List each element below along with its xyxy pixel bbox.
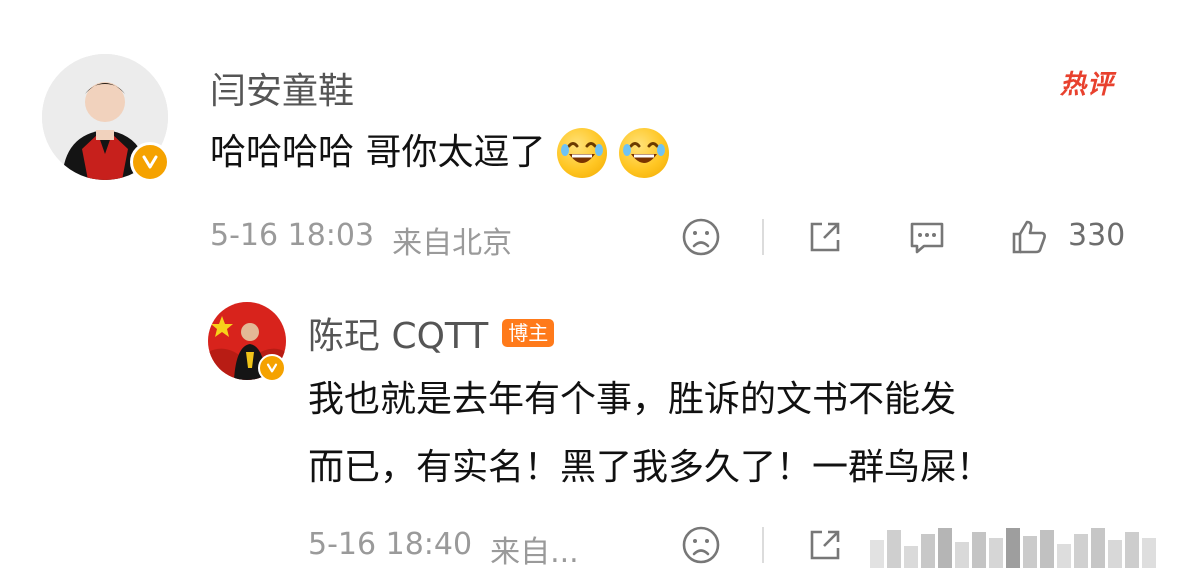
comment-username[interactable]: 闫安童鞋 <box>210 62 354 114</box>
reply-location: 来自... <box>490 535 579 570</box>
sad-face-icon <box>682 218 720 256</box>
share-icon <box>810 222 840 252</box>
share-icon <box>810 530 840 560</box>
reply-text-line-2: 而已，有实名！黑了我多久了！一群鸟屎！ <box>308 447 993 488</box>
comment-bubble-icon <box>910 222 944 254</box>
reply-verified-badge-icon <box>258 354 286 382</box>
share-button[interactable] <box>800 214 850 260</box>
action-divider <box>762 219 764 255</box>
reply-header: 陈玘 CQTT 博主 <box>308 307 555 359</box>
laugh-cry-emoji-icon <box>557 128 608 178</box>
reply-share-button[interactable] <box>800 522 850 568</box>
reply-text-line-1: 我也就是去年有个事，胜诉的文书不能发 <box>308 379 957 420</box>
comment-meta: 5-16 18:03 来自北京 <box>210 218 512 262</box>
hot-comment-badge: 热评 <box>1060 70 1115 100</box>
like-count: 330 <box>1068 218 1126 253</box>
comment-location: 来自北京 <box>392 226 513 261</box>
reply-username[interactable]: 陈玘 CQTT <box>308 307 488 359</box>
thumbs-up-icon <box>1012 220 1046 254</box>
like-button[interactable] <box>1004 214 1054 260</box>
watermark-pixel-strip <box>870 528 1170 568</box>
reply-meta: 5-16 18:40 来自... <box>308 527 579 571</box>
reply-dislike-button[interactable] <box>676 522 726 568</box>
comment-text: 哈哈哈哈 哥你太逗了 <box>210 132 546 174</box>
reply-time: 5-16 18:40 <box>308 527 473 562</box>
comment-content: 哈哈哈哈 哥你太逗了 <box>210 128 670 178</box>
reply-button[interactable] <box>902 214 952 260</box>
verified-badge-icon <box>130 142 170 182</box>
comment-time: 5-16 18:03 <box>210 218 375 253</box>
laugh-cry-emoji-icon <box>619 128 670 178</box>
reply-action-divider <box>762 527 764 563</box>
author-badge: 博主 <box>502 319 555 347</box>
sad-face-icon <box>682 526 720 564</box>
dislike-button[interactable] <box>676 214 726 260</box>
